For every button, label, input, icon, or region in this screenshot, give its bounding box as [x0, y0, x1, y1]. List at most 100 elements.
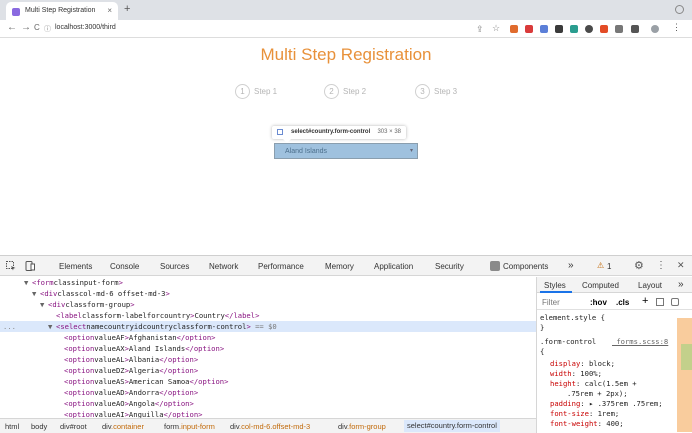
tab-performance[interactable]: Performance [258, 262, 304, 271]
tab-search-icon[interactable] [675, 5, 684, 14]
extension-2-icon[interactable] [525, 25, 533, 33]
more-tabs-button[interactable]: » [568, 260, 574, 271]
toggle-element-state-icon[interactable] [656, 298, 664, 306]
tab-styles[interactable]: Styles [544, 281, 566, 290]
dom-node-row[interactable]: <labelclassform-labelforcountry>Country<… [0, 310, 536, 321]
hov-button[interactable]: :hov [590, 298, 607, 307]
kebab-menu-icon[interactable]: ⋮ [656, 260, 666, 271]
forward-button[interactable]: → [21, 22, 31, 33]
browser-tab-bar: Multi Step Registration × + [0, 0, 692, 20]
dom-node-row[interactable]: <optionvalueAF>Afghanistan</option> [0, 332, 536, 343]
avatar[interactable] [651, 25, 659, 33]
reload-button[interactable]: C [34, 23, 40, 32]
chevron-down-icon: ▾ [409, 148, 413, 154]
dom-node-row[interactable]: <optionvalueAX>Aland Islands</option> [0, 343, 536, 354]
gear-icon[interactable]: ⚙ [634, 259, 644, 272]
cls-button[interactable]: .cls [616, 298, 629, 307]
expand-triangle-icon[interactable]: ▼ [24, 277, 32, 288]
new-rule-button[interactable]: + [642, 295, 648, 307]
tab-elements[interactable]: Elements [59, 262, 92, 271]
css-property[interactable]: padding [550, 399, 580, 408]
breadcrumb-class: .input-form [179, 422, 215, 431]
extension-7-icon[interactable] [600, 25, 608, 33]
dom-node-row[interactable]: ▼ <divclasscol-md-6 offset-md-3> [0, 288, 536, 299]
elements-tree[interactable]: ▼ <formclassinput-form> ▼ <divclasscol-md-6… [0, 277, 536, 419]
inspect-element-icon[interactable] [6, 261, 16, 271]
css-value[interactable]: calc(1.5em + [585, 379, 637, 388]
dom-node-row[interactable]: <optionvalueAS>American Samoa</option> [0, 376, 536, 387]
dom-node-row[interactable]: <optionvalueAO>Angola</option> [0, 398, 536, 409]
filter-input[interactable]: Filter [542, 298, 560, 307]
star-icon[interactable]: ☆ [492, 23, 500, 34]
country-select[interactable]: Aland Islands ▾ [274, 143, 418, 159]
dom-node-row[interactable]: <optionvalueDZ>Algeria</option> [0, 365, 536, 376]
tab-layout[interactable]: Layout [638, 281, 662, 290]
step-circle: 2 [324, 84, 339, 99]
extension-6-icon[interactable] [585, 25, 593, 33]
dom-node-row[interactable]: <optionvalueAD>Andorra</option> [0, 387, 536, 398]
warning-icon[interactable]: ⚠ [597, 261, 604, 270]
box-model-padding [681, 344, 692, 370]
css-value[interactable]: ▸ .375rem .75rem; [589, 399, 663, 408]
node-markup: <optionvalueAL>Albania</option> [64, 355, 199, 364]
expand-triangle-icon[interactable]: ▼ [32, 288, 40, 299]
breadcrumb-item[interactable]: div.container [102, 422, 144, 431]
css-property[interactable]: height [550, 379, 576, 388]
css-value[interactable]: block; [589, 359, 615, 368]
more-panels-button[interactable]: » [678, 279, 684, 290]
breadcrumb-item[interactable]: div#root [60, 422, 87, 431]
extension-8-icon[interactable] [615, 25, 623, 33]
new-tab-button[interactable]: + [124, 3, 130, 15]
country-select-value: Aland Islands [285, 148, 328, 155]
node-markup: <divclassform-group> [48, 300, 135, 309]
computed-sidebar-icon[interactable] [671, 298, 679, 306]
css-value[interactable]: 100%; [580, 369, 602, 378]
tab-components[interactable]: Components [503, 262, 548, 271]
device-toolbar-icon[interactable] [25, 261, 35, 271]
tab-memory[interactable]: Memory [325, 262, 354, 271]
tab-console[interactable]: Console [110, 262, 139, 271]
dom-node-row[interactable]: <optionvalueAL>Albania</option> [0, 354, 536, 365]
selected-node-row[interactable]: ... ▼ <selectnamecountryidcountryclassform… [0, 321, 536, 332]
css-property[interactable]: width [550, 369, 572, 378]
extension-5-icon[interactable] [570, 25, 578, 33]
node-markup: <optionvalueAD>Andorra</option> [64, 388, 199, 397]
css-property[interactable]: display [550, 359, 580, 368]
expand-triangle-icon[interactable]: ▼ [48, 321, 56, 332]
breadcrumb-item[interactable]: select#country.form-control [404, 420, 500, 432]
css-rules[interactable]: element.style {} .form-control _forms.scss… [537, 311, 677, 433]
browser-tab[interactable]: Multi Step Registration × [6, 2, 118, 20]
tab-network[interactable]: Network [209, 262, 238, 271]
close-devtools-icon[interactable]: ✕ [677, 260, 685, 271]
tab-close-icon[interactable]: × [107, 6, 112, 15]
extension-3-icon[interactable] [540, 25, 548, 33]
back-button[interactable]: ← [7, 22, 17, 33]
puzzle-icon[interactable] [631, 25, 639, 33]
extension-4-icon[interactable] [555, 25, 563, 33]
dom-node-row[interactable]: ▼ <formclassinput-form> [0, 277, 536, 288]
dom-node-row[interactable]: ▼ <divclassform-group> [0, 299, 536, 310]
css-source-link[interactable]: _forms.scss:8 [612, 337, 668, 347]
info-icon[interactable]: ⓘ [44, 24, 51, 34]
tab-security[interactable]: Security [435, 262, 464, 271]
breadcrumb-item[interactable]: body [31, 422, 47, 431]
breadcrumb-tag: body [31, 422, 48, 431]
page-title: Multi Step Registration [260, 45, 432, 64]
breadcrumb-item[interactable]: form.input-form [164, 422, 215, 431]
css-value[interactable]: 400; [606, 419, 623, 428]
tab-computed[interactable]: Computed [582, 281, 619, 290]
css-property[interactable]: font-weight [550, 419, 598, 428]
tab-application[interactable]: Application [374, 262, 413, 271]
breadcrumb-item[interactable]: div.col-md-6.offset-md-3 [230, 422, 310, 431]
expand-triangle-icon[interactable]: ▼ [40, 299, 48, 310]
breadcrumb-item[interactable]: html [5, 422, 19, 431]
css-value[interactable]: 1rem; [598, 409, 620, 418]
address-bar[interactable]: ⓘ localhost:3000/third [44, 23, 464, 36]
warning-count[interactable]: 1 [607, 262, 611, 271]
menu-icon[interactable]: ⋮ [672, 22, 681, 33]
breadcrumb-item[interactable]: div.form-group [338, 422, 386, 431]
extension-1-icon[interactable] [510, 25, 518, 33]
tab-sources[interactable]: Sources [160, 262, 189, 271]
share-icon[interactable]: ⇪ [476, 24, 484, 35]
css-property[interactable]: font-size [550, 409, 589, 418]
